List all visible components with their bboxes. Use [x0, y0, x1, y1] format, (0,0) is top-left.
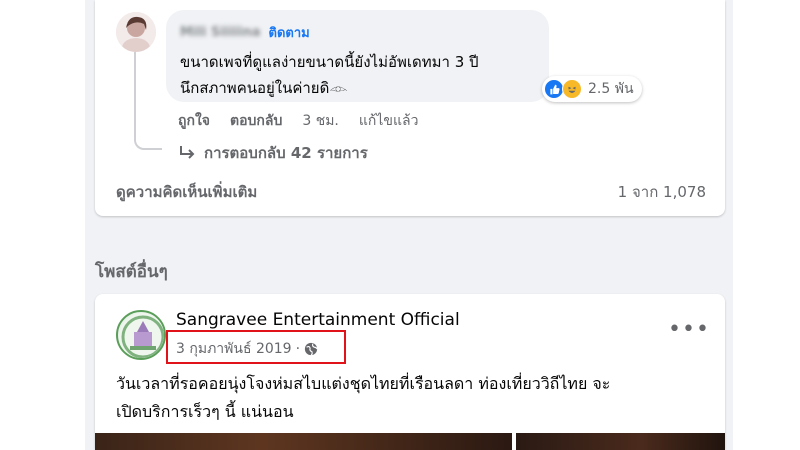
thread-connector-line — [134, 50, 162, 150]
post-text-line-1: วันเวลาที่รอคอยนุ่งโจงห่มสไบแต่งชุดไทยที… — [116, 374, 611, 393]
reply-comment-button[interactable]: ตอบกลับ — [230, 110, 282, 132]
like-reaction-icon — [544, 79, 564, 99]
post-date-link[interactable]: 3 กุมภาพันธ์ 2019 — [176, 338, 292, 360]
comment-actions: ถูกใจ ตอบกลับ 3 ชม. แก้ไขแล้ว — [178, 110, 418, 132]
post-photo-1[interactable] — [95, 433, 512, 450]
edited-label: แก้ไขแล้ว — [358, 113, 419, 129]
post-photo-2[interactable] — [516, 433, 725, 450]
reply-arrow-icon — [180, 146, 195, 159]
replies-count-label: การตอบกลับ 42 รายการ — [204, 144, 368, 162]
view-more-comments-link[interactable]: ดูความคิดเห็นเพิ่มเติม — [116, 180, 257, 204]
comments-footer: ดูความคิดเห็นเพิ่มเติม 1 จาก 1,078 — [116, 180, 706, 204]
comment-text: ขนาดเพจที่ดูแลง่ายขนาดนี้ยังไม่อัพเดทมา … — [180, 49, 535, 101]
reaction-count: 2.5 พัน — [588, 81, 634, 97]
post-text-line-2: เปิดบริการเร็วๆ นี้ แน่นอน — [116, 402, 294, 421]
comment-bubble: Mili Siiiiina ติดตาม ขนาดเพจที่ดูแลง่ายข… — [166, 10, 549, 102]
haha-reaction-icon — [562, 79, 582, 99]
comment-text-line-1: ขนาดเพจที่ดูแลง่ายขนาดนี้ยังไม่อัพเดทมา … — [180, 53, 479, 71]
like-comment-button[interactable]: ถูกใจ — [178, 110, 210, 132]
follow-link[interactable]: ติดตาม — [269, 22, 310, 43]
commenter-avatar[interactable] — [116, 12, 156, 52]
other-posts-heading: โพสต์อื่นๆ — [95, 262, 168, 282]
comment-author-name[interactable]: Mili Siiiiina — [180, 25, 261, 40]
post-meta: 3 กุมภาพันธ์ 2019 · — [176, 338, 318, 360]
comment-timestamp[interactable]: 3 ชม. — [302, 110, 339, 132]
view-replies-link[interactable]: การตอบกลับ 42 รายการ — [178, 141, 368, 165]
globe-icon — [304, 342, 318, 356]
post-text: วันเวลาที่รอคอยนุ่งโจงห่มสไบแต่งชุดไทยที… — [116, 370, 676, 426]
comment-text-line-2: นึกสภาพคนอยู่ในค่ายดิ𓁹 — [180, 79, 348, 97]
comments-pagination: 1 จาก 1,078 — [617, 183, 706, 201]
more-options-icon[interactable]: ••• — [668, 319, 710, 341]
page-name-link[interactable]: Sangravee Entertainment Official — [176, 310, 460, 330]
meta-separator: · — [295, 341, 301, 357]
page-logo-avatar[interactable] — [116, 310, 166, 360]
comment-reactions[interactable]: 2.5 พัน — [542, 76, 642, 102]
